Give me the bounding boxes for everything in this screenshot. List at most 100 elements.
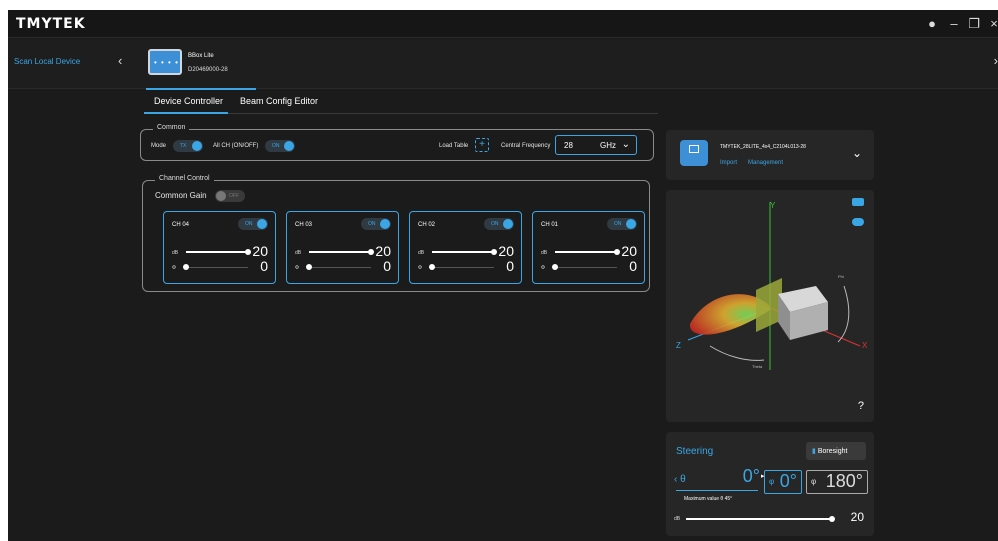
channel-db-label: dB — [295, 250, 302, 256]
channel-toggle[interactable]: ON — [361, 218, 391, 230]
channel-control-legend: Channel Control — [155, 175, 214, 182]
common-gain-label: Common Gain — [155, 191, 207, 200]
common-legend: Common — [153, 124, 190, 131]
allch-label: All CH (ON/OFF) — [213, 143, 259, 149]
toggle-knob — [503, 219, 513, 229]
device-name: BBox Lite — [188, 53, 214, 59]
toggle-knob — [380, 219, 390, 229]
mode-value: TX — [180, 143, 187, 149]
active-tab-indicator — [144, 112, 228, 114]
chevron-down-icon[interactable]: ⌄ — [852, 146, 862, 160]
channel-phase-slider[interactable] — [183, 264, 189, 270]
channel-card: CH 03 ON dB 20 Φ 0 — [286, 211, 399, 284]
steering-panel: Steering ▮ Boresight ‹ θ 0° ▸ Maximum val… — [666, 432, 874, 536]
steering-db-slider[interactable] — [829, 516, 835, 522]
channel-toggle-value: ON — [491, 221, 499, 227]
channel-phase-label: Φ — [172, 265, 176, 271]
phi-input-b[interactable]: φ 180° — [806, 470, 868, 494]
phi-symbol: φ — [811, 477, 817, 486]
load-table-label: Load Table — [439, 143, 469, 149]
tab-bar: Device Controller Beam Config Editor — [144, 90, 658, 114]
channel-title: CH 04 — [172, 222, 190, 228]
tab-beam-config-editor[interactable]: Beam Config Editor — [240, 96, 318, 106]
close-button[interactable]: × — [986, 16, 998, 32]
info-icon[interactable]: ● — [924, 16, 940, 32]
app-window: TMYTEK ● – ❐ × Scan Local Device ‹ • • •… — [8, 10, 998, 541]
boresight-icon: ▮ — [812, 448, 816, 455]
chevron-right-icon[interactable]: › — [994, 53, 998, 68]
management-link[interactable]: Management — [748, 160, 783, 166]
channel-toggle-value: ON — [245, 221, 253, 227]
channel-toggle[interactable]: ON — [607, 218, 637, 230]
channel-db-label: dB — [172, 250, 179, 256]
channel-db-value: 20 — [498, 243, 514, 259]
device-card[interactable]: • • • • BBox Lite D20469000-28 — [146, 45, 256, 90]
profile-name: TMYTEK_28LITE_4x4_C2104L013-28 — [720, 144, 806, 150]
phi-label: Phi — [838, 274, 844, 279]
common-gain-toggle[interactable]: OFF — [215, 190, 245, 202]
view-toggle-icon — [852, 218, 864, 226]
channel-db-value: 20 — [621, 243, 637, 259]
channel-phase-slider[interactable] — [306, 264, 312, 270]
steering-db-value: 20 — [850, 510, 864, 524]
central-frequency-select[interactable]: 28 GHz ⌄ — [555, 135, 637, 155]
profile-icon — [680, 140, 708, 166]
boresight-button[interactable]: ▮ Boresight — [806, 442, 866, 460]
channel-title: CH 03 — [295, 222, 313, 228]
device-serial: D20469000-28 — [188, 67, 228, 73]
beam-3d-viewer[interactable]: Y X Z Phi Theta ? — [666, 190, 874, 422]
theta-input[interactable]: 0° — [722, 466, 760, 487]
channel-db-value: 20 — [252, 243, 268, 259]
channel-db-label: dB — [541, 250, 548, 256]
channel-card: CH 01 ON dB 20 Φ 0 — [532, 211, 645, 284]
boresight-label: Boresight — [817, 448, 848, 455]
app-logo: TMYTEK — [16, 16, 86, 32]
title-bar: TMYTEK ● – ❐ × — [8, 10, 998, 38]
phi-symbol: φ — [769, 477, 775, 486]
channel-phase-value: 0 — [629, 258, 637, 274]
allch-value: ON — [272, 143, 280, 149]
load-table-icon[interactable]: + — [475, 138, 489, 152]
restore-button[interactable]: ❐ — [966, 16, 982, 32]
theta-label: Theta — [752, 364, 763, 369]
device-bar: Scan Local Device ‹ • • • • BBox Lite D2… — [8, 39, 998, 90]
channel-phase-value: 0 — [383, 258, 391, 274]
channel-phase-value: 0 — [260, 258, 268, 274]
help-button[interactable]: ? — [858, 400, 864, 412]
channel-toggle[interactable]: ON — [484, 218, 514, 230]
toggle-knob — [192, 141, 202, 151]
common-section: Common Mode TX All CH (ON/OFF) ON Load T… — [140, 124, 654, 161]
theta-max-hint: Maximum value θ 45° — [684, 496, 733, 502]
theta-symbol: ‹ θ — [674, 474, 686, 485]
steering-title: Steering — [676, 446, 714, 457]
y-axis-label: Y — [770, 201, 776, 210]
channel-phase-label: Φ — [541, 265, 545, 271]
channel-toggle-value: ON — [614, 221, 622, 227]
chevron-down-icon: ⌄ — [621, 139, 630, 150]
import-link[interactable]: Import — [720, 160, 737, 166]
camera-icon — [852, 198, 864, 206]
z-axis-label: Z — [676, 341, 681, 350]
chevron-left-icon[interactable]: ‹ — [118, 53, 122, 68]
phi-arc — [837, 285, 850, 343]
tab-device-controller[interactable]: Device Controller — [154, 96, 223, 106]
allch-toggle[interactable]: ON — [265, 140, 295, 152]
mode-toggle[interactable]: TX — [173, 140, 203, 152]
theta-arc — [709, 345, 765, 361]
steering-db-label: dB — [674, 516, 681, 522]
beam-profile-card: TMYTEK_28LITE_4x4_C2104L013-28 Import Ma… — [666, 130, 874, 180]
scan-local-device-link[interactable]: Scan Local Device — [14, 57, 80, 66]
toggle-knob — [284, 141, 294, 151]
channel-toggle[interactable]: ON — [238, 218, 268, 230]
phi-input-a[interactable]: φ 0° — [764, 470, 802, 494]
theta-underline — [676, 490, 758, 491]
channel-control-section: Channel Control Common Gain OFF CH 04 ON… — [142, 175, 650, 292]
channel-db-value: 20 — [375, 243, 391, 259]
toggle-knob — [626, 219, 636, 229]
channel-phase-slider[interactable] — [552, 264, 558, 270]
mode-label: Mode — [151, 143, 167, 149]
minimize-button[interactable]: – — [946, 16, 962, 32]
channel-phase-value: 0 — [506, 258, 514, 274]
channel-phase-slider[interactable] — [429, 264, 435, 270]
central-frequency-label: Central Frequency — [501, 143, 551, 149]
